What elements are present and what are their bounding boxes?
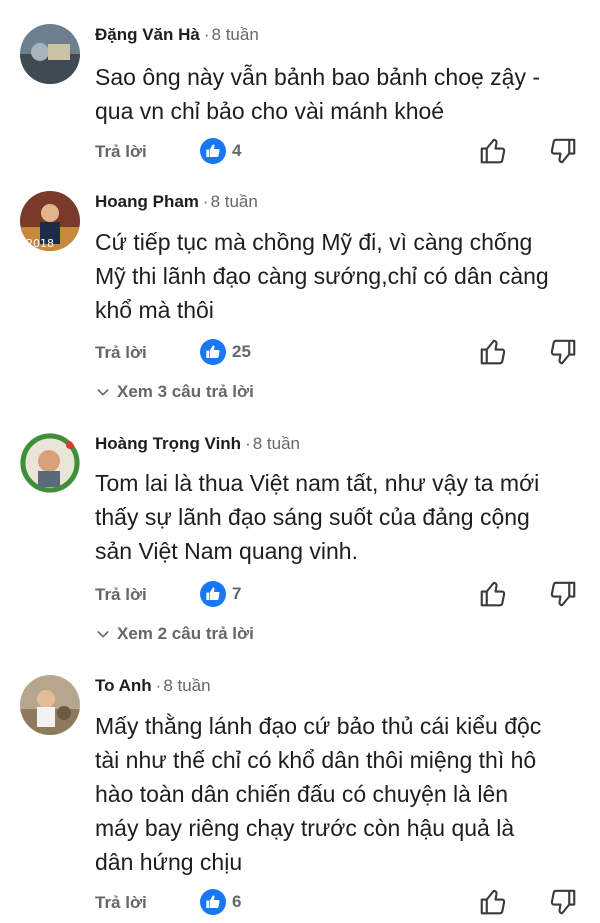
thumb-up-icon[interactable] — [478, 337, 508, 367]
timestamp: 8 tuần — [163, 676, 211, 695]
like-count: 7 — [232, 584, 242, 603]
thumbs-up-badge-icon — [200, 889, 226, 915]
thumb-down-icon[interactable] — [548, 887, 578, 917]
thumbs-up-badge-icon — [200, 581, 226, 607]
thumb-up-icon[interactable] — [478, 136, 508, 166]
view-replies-label: Xem 3 câu trả lời — [117, 382, 254, 401]
comment-text: Tom lai là thua Việt nam tất, như vậy ta… — [95, 470, 540, 564]
like-count-group[interactable]: 4 — [200, 138, 241, 164]
comment-header: Đặng Văn Hà · 8 tuần — [95, 25, 259, 44]
svg-text:2018: 2018 — [26, 237, 54, 250]
reply-button[interactable]: Trả lời — [95, 585, 147, 605]
view-replies-button[interactable]: Xem 3 câu trả lời — [95, 382, 254, 402]
comment-text: Cứ tiếp tục mà chồng Mỹ đi, vì càng chốn… — [95, 229, 549, 323]
comment-actions: Trả lời 6 — [95, 889, 595, 923]
comment-header: Hoang Pham · 8 tuần — [95, 192, 258, 211]
timestamp: 8 tuần — [211, 25, 259, 44]
comment-header: To Anh · 8 tuần — [95, 676, 211, 695]
like-count: 25 — [232, 342, 251, 361]
like-count-group[interactable]: 6 — [200, 889, 241, 915]
avatar[interactable] — [20, 24, 80, 84]
avatar[interactable] — [20, 433, 80, 493]
reply-button[interactable]: Trả lời — [95, 343, 147, 363]
author-name[interactable]: Hoang Pham — [95, 192, 199, 211]
comment-text: Sao ông này vẫn bảnh bao bảnh choẹ zậy -… — [95, 64, 541, 124]
chevron-down-icon — [97, 389, 109, 396]
view-replies-button[interactable]: Xem 2 câu trả lời — [95, 624, 254, 644]
thumb-down-icon[interactable] — [548, 579, 578, 609]
reply-button[interactable]: Trả lời — [95, 893, 147, 913]
comment-actions: Trả lời 4 — [95, 138, 595, 172]
like-count: 4 — [232, 141, 242, 160]
timestamp: 8 tuần — [252, 434, 301, 453]
thumb-up-icon[interactable] — [478, 579, 508, 609]
author-name[interactable]: To Anh — [95, 676, 152, 695]
like-count-group[interactable]: 25 — [200, 339, 251, 365]
thumb-down-icon[interactable] — [548, 136, 578, 166]
thumbs-up-badge-icon — [200, 339, 226, 365]
thumb-down-icon[interactable] — [548, 337, 578, 367]
reply-button[interactable]: Trả lời — [95, 142, 147, 162]
comment-actions: Trả lời 25 — [95, 339, 595, 373]
avatar[interactable]: 2018 — [20, 191, 80, 251]
author-name[interactable]: Đặng Văn Hà — [95, 25, 200, 44]
like-count: 6 — [232, 892, 242, 911]
author-name[interactable]: Hoàng Trọng Vinh — [95, 434, 241, 453]
comment-header: Hoàng Trọng Vinh · 8 tuần — [95, 434, 301, 453]
thumbs-up-badge-icon — [200, 138, 226, 164]
thumb-up-icon[interactable] — [478, 887, 508, 917]
like-count-group[interactable]: 7 — [200, 581, 241, 607]
view-replies-label: Xem 2 câu trả lời — [117, 624, 254, 643]
chevron-down-icon — [97, 631, 109, 638]
comment-actions: Trả lời 7 — [95, 581, 595, 615]
avatar[interactable] — [20, 675, 80, 735]
timestamp: 8 tuần — [210, 192, 258, 211]
comment-text: Mấy thằng lánh đạo cứ bảo thủ cái kiểu đ… — [95, 713, 542, 875]
